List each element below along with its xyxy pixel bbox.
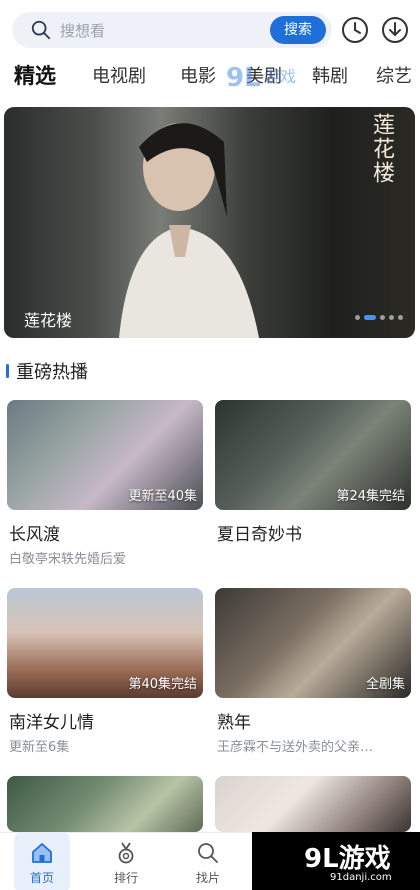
show-card[interactable]: 第40集完结 南洋女儿情 更新至6集 [7, 588, 203, 755]
search-button[interactable]: 搜索 [270, 16, 326, 44]
top-bar: 搜想看 搜索 [0, 0, 420, 60]
nav-find[interactable]: 找片 [180, 833, 236, 890]
banner-person-illustration [119, 123, 259, 338]
show-card[interactable]: 第24集完结 夏日奇妙书 [215, 400, 411, 545]
episode-badge: 全剧集 [365, 677, 405, 692]
show-thumbnail: 全剧集 [215, 588, 411, 698]
category-tabs: 精选 电视剧 电影 美剧 韩剧 综艺 [0, 62, 420, 102]
carousel-dot [398, 315, 403, 320]
carousel-dot [389, 315, 394, 320]
svg-text:游戏: 游戏 [264, 67, 296, 86]
nav-ranking[interactable]: 排行 [98, 833, 154, 890]
tab-featured[interactable]: 精选 [14, 62, 56, 90]
nav-home[interactable]: 首页 [14, 833, 70, 890]
episode-badge: 更新至40集 [128, 489, 197, 504]
show-thumbnail: 第24集完结 [215, 400, 411, 510]
tab-tv-series[interactable]: 电视剧 [92, 62, 146, 88]
home-icon [32, 843, 52, 863]
medal-icon [118, 842, 134, 864]
hero-banner[interactable]: 莲花楼 莲花楼 [4, 107, 415, 338]
nav-find-label: 找片 [195, 871, 220, 885]
show-description: 白敬亭宋轶先婚后爱 [9, 552, 127, 567]
show-title: 南洋女儿情 [9, 713, 94, 733]
brand-logo-text: 9L游戏 [304, 844, 391, 874]
banner-calligraphy: 莲花楼 [369, 113, 394, 185]
show-thumbnail [215, 776, 411, 832]
show-title: 长风渡 [9, 525, 60, 545]
section-title: 重磅热播 [16, 362, 88, 383]
episode-badge: 第24集完结 [336, 489, 405, 504]
show-card[interactable]: 更新至40集 长风渡 白敬亭宋轶先婚后爱 [7, 400, 203, 567]
show-title: 夏日奇妙书 [217, 525, 302, 545]
carousel-dot [380, 315, 385, 320]
carousel-indicator [351, 305, 403, 324]
show-thumbnail: 更新至40集 [7, 400, 203, 510]
section-accent-bar [6, 364, 9, 378]
nav-ranking-label: 排行 [113, 871, 138, 885]
show-thumbnail: 第40集完结 [7, 588, 203, 698]
show-thumbnail [7, 776, 203, 832]
episode-badge: 第40集完结 [128, 677, 197, 692]
show-card[interactable] [215, 776, 411, 832]
brand-site: 91danji.com [330, 872, 392, 883]
watermark-logo: 9L 游戏 [226, 63, 296, 93]
tab-variety[interactable]: 综艺 [376, 62, 412, 88]
tab-movies[interactable]: 电影 [180, 62, 216, 88]
search-placeholder: 搜想看 [60, 22, 106, 40]
history-clock-icon[interactable] [340, 15, 370, 45]
carousel-dot [355, 315, 360, 320]
show-card[interactable]: 全剧集 熟年 王彦霖不与送外卖的父亲… [215, 588, 411, 755]
svg-text:9L: 9L [226, 63, 261, 93]
search-input[interactable]: 搜想看 搜索 [12, 12, 332, 48]
carousel-dot-active [364, 315, 376, 320]
nav-home-label: 首页 [29, 871, 54, 885]
brand-watermark: 9L游戏 91danji.com [252, 832, 420, 890]
download-icon[interactable] [380, 15, 410, 45]
show-description: 更新至6集 [9, 740, 70, 755]
show-description: 王彦霖不与送外卖的父亲… [217, 740, 374, 755]
show-card[interactable] [7, 776, 203, 832]
banner-title: 莲花楼 [24, 311, 73, 330]
search-icon [198, 843, 218, 863]
search-icon [31, 20, 51, 40]
show-title: 熟年 [217, 713, 251, 733]
